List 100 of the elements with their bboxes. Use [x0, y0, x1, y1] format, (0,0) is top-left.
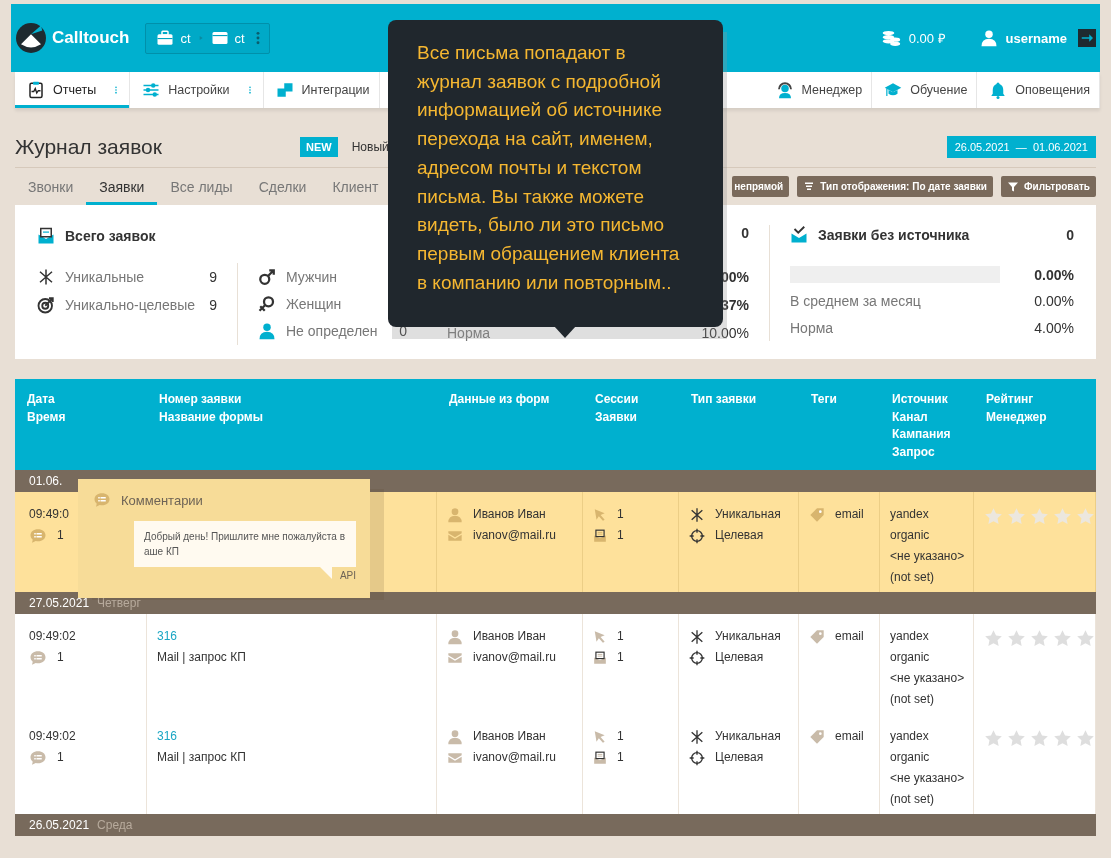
- stat-label: Норма: [790, 319, 835, 336]
- star-icon[interactable]: [1076, 729, 1095, 748]
- star-icon[interactable]: [1030, 507, 1049, 526]
- column-header[interactable]: Канал: [892, 408, 962, 426]
- nav-tab[interactable]: Настройки: [130, 72, 264, 108]
- stat-title: Заявки без источника: [818, 227, 970, 244]
- star-icon[interactable]: [1053, 629, 1072, 648]
- inbox-icon: [593, 528, 607, 543]
- person-icon: [258, 322, 276, 341]
- envelope-check-icon: [790, 226, 808, 245]
- request-type: Уникальная: [715, 728, 781, 745]
- star-icon[interactable]: [1007, 507, 1026, 526]
- column-header[interactable]: Кампания: [892, 426, 962, 444]
- star-icon[interactable]: [984, 629, 1003, 648]
- account-breadcrumb[interactable]: ct ct: [145, 22, 270, 54]
- stat-label: Норма: [446, 325, 491, 341]
- column-header[interactable]: Сессии: [595, 391, 667, 409]
- logout-icon[interactable]: [1078, 27, 1096, 49]
- logo-icon[interactable]: [16, 23, 46, 53]
- asterisk-icon: [689, 728, 705, 745]
- date-range-picker[interactable]: 26.05.2021 — 01.06.2021: [946, 135, 1096, 158]
- section-tab[interactable]: Сделки: [245, 168, 320, 205]
- star-icon[interactable]: [1007, 729, 1026, 748]
- session-count: 1: [617, 628, 624, 645]
- table-row[interactable]: 09:49:02 1 316 Mail | запрос КП Иванов Иван ivanov@mail.ru 1 1 Уникальная Целевая email yandex organic <не указано> (not set): [15, 614, 1096, 714]
- source-text: (not set): [890, 569, 935, 586]
- request-count: 1: [617, 527, 624, 544]
- stat-value: 9: [209, 269, 217, 285]
- source-text: organic: [890, 527, 931, 544]
- request-number-link[interactable]: 316: [157, 626, 436, 647]
- contact-name: Иванов Иван: [473, 628, 546, 645]
- star-icon[interactable]: [1053, 729, 1072, 748]
- stat-value: 37%: [720, 297, 749, 313]
- sliders-icon: [142, 81, 161, 99]
- person-icon: [447, 728, 463, 745]
- stat-label: Не определен: [286, 323, 379, 340]
- stat-value: 9: [209, 297, 217, 313]
- column-header[interactable]: Время: [27, 408, 135, 426]
- column-header[interactable]: Данные из форм: [449, 391, 571, 409]
- group-date: 26.05.2021: [29, 818, 90, 832]
- target-icon: [37, 296, 55, 314]
- request-count: 1: [617, 649, 624, 666]
- request-number-link[interactable]: 316: [157, 726, 436, 747]
- star-icon[interactable]: [1030, 729, 1049, 748]
- nav-tab[interactable]: Интеграции: [263, 72, 380, 108]
- column-header[interactable]: Менеджер: [986, 408, 1084, 426]
- star-icon[interactable]: [1053, 507, 1072, 526]
- column-header[interactable]: Теги: [811, 391, 868, 409]
- asterisk-icon: [37, 268, 55, 286]
- star-icon[interactable]: [1007, 629, 1026, 648]
- female-icon: [258, 295, 276, 313]
- briefcase-icon: [156, 29, 175, 47]
- person-icon: [447, 506, 463, 523]
- brand-name[interactable]: Calltouch: [52, 28, 130, 48]
- section-tab[interactable]: Клиент: [319, 168, 392, 205]
- envelope-letter-icon: [37, 227, 55, 245]
- user-name[interactable]: username: [1005, 30, 1067, 46]
- form-name: Mail | запрос КП: [157, 649, 247, 666]
- column-header[interactable]: Тип заявки: [691, 391, 787, 409]
- table-row[interactable]: 09:49:02 1 316 Mail | запрос КП Иванов Иван ivanov@mail.ru 1 1 Уникальная Целевая email yandex organic <не указано> (not set): [15, 714, 1096, 814]
- filter-button[interactable]: Фильтровать: [1000, 176, 1096, 197]
- column-header[interactable]: Источник: [892, 391, 962, 409]
- stat-label: Уникальные: [65, 269, 146, 285]
- star-icon[interactable]: [1076, 507, 1095, 526]
- nav-tab[interactable]: Менеджер: [763, 72, 873, 108]
- page-title: Журнал заявок: [15, 134, 163, 159]
- column-header[interactable]: Рейтинг: [986, 391, 1084, 409]
- time-text: 09:49:02: [29, 728, 77, 745]
- column-header[interactable]: Номер заявки: [159, 391, 425, 409]
- column-header[interactable]: Дата: [27, 391, 135, 409]
- request-type: Целевая: [715, 527, 764, 544]
- nav-tab[interactable]: Отчеты: [15, 72, 131, 108]
- person-icon: [447, 628, 463, 645]
- column-header[interactable]: Название формы: [159, 408, 425, 426]
- star-icon[interactable]: [1076, 629, 1095, 648]
- section-tab[interactable]: Все лиды: [157, 168, 246, 205]
- stat-total: 0: [741, 225, 749, 243]
- user-icon: [979, 29, 998, 47]
- star-icon[interactable]: [984, 507, 1003, 526]
- section-tab[interactable]: Звонки: [15, 168, 87, 205]
- comment-icon[interactable]: [29, 648, 47, 667]
- star-icon[interactable]: [1030, 629, 1049, 648]
- star-icon[interactable]: [984, 729, 1003, 748]
- session-count: 1: [617, 728, 624, 745]
- column-header[interactable]: Заявки: [595, 408, 667, 426]
- display-type-button[interactable]: Тип отображения: По дате заявки: [797, 176, 993, 197]
- comment-icon[interactable]: [29, 748, 47, 767]
- session-count: 1: [617, 506, 624, 523]
- stat-value: 0.00%: [1034, 266, 1074, 283]
- column-header[interactable]: Запрос: [892, 443, 962, 461]
- stat-title: Всего заявок: [65, 228, 156, 244]
- comment-count: 1: [57, 649, 64, 666]
- breadcrumb-label: ct: [180, 30, 191, 46]
- comment-icon[interactable]: [29, 526, 47, 545]
- nav-tab[interactable]: Оповещения: [977, 72, 1100, 108]
- comment-text: Добрый день! Пришлите мне пожалуйста в аше КП: [144, 531, 345, 557]
- contact-name: Иванов Иван: [473, 728, 546, 745]
- inbox-icon: [593, 750, 607, 765]
- nav-tab[interactable]: Обучение: [872, 72, 978, 108]
- toolbar-button[interactable]: непрямой: [732, 176, 790, 197]
